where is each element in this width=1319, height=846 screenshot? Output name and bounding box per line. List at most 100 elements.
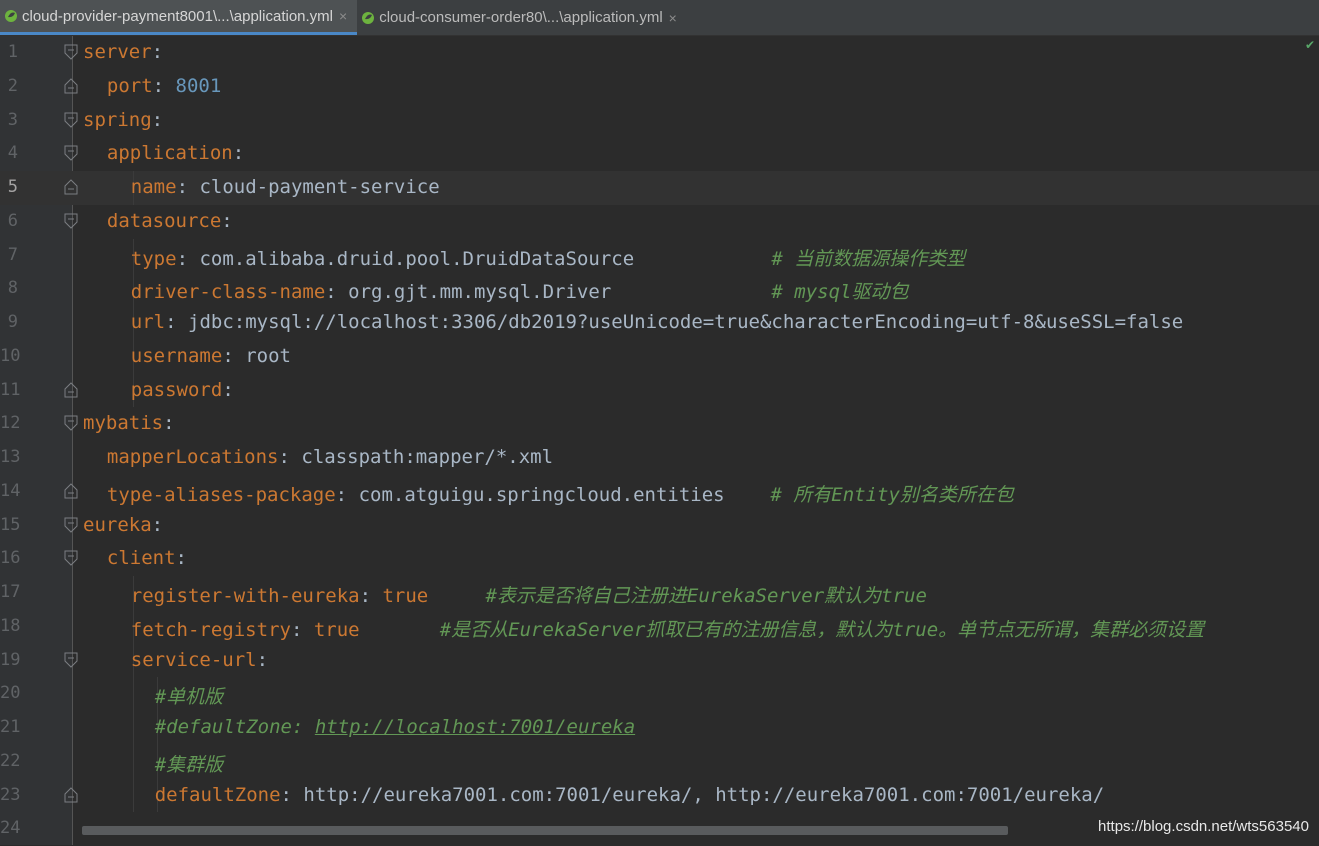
code-line[interactable]: 21 #defaultZone: http://localhost:7001/eu… xyxy=(0,711,1319,745)
punctuation: : xyxy=(325,281,349,304)
tab-label: cloud-consumer-order80\...\application.y… xyxy=(379,9,663,26)
code-line[interactable]: 13 mapperLocations: classpath:mapper/*.xm… xyxy=(0,441,1319,475)
yaml-key: port xyxy=(106,74,153,97)
horizontal-scrollbar[interactable] xyxy=(82,826,1008,835)
line-number: 10 xyxy=(0,345,21,366)
fold-end-icon[interactable] xyxy=(64,179,78,195)
line-number: 9 xyxy=(7,312,18,332)
code-editor[interactable]: 1 server: 2 port: 8001 3 spring: 4 application:… xyxy=(0,36,1319,845)
line-number: 6 xyxy=(7,210,18,231)
code-line[interactable]: 1 server: xyxy=(0,36,1319,70)
code-text: application: xyxy=(107,142,244,164)
line-number: 2 xyxy=(7,75,18,96)
fold-open-icon[interactable] xyxy=(64,550,78,566)
yaml-key: type-aliases-package xyxy=(106,483,336,506)
comment: #defaultZone: xyxy=(154,716,315,738)
code-line[interactable]: 20 #单机版 xyxy=(0,677,1319,711)
punctuation: : xyxy=(256,648,269,671)
yaml-key: mybatis xyxy=(83,412,164,435)
code-line[interactable]: 11 password: xyxy=(0,373,1319,408)
editor-tab[interactable]: cloud-provider-payment8001\...\applicati… xyxy=(0,0,358,35)
code-text: #单机版 xyxy=(155,682,223,709)
close-icon[interactable]: × xyxy=(669,10,677,26)
punctuation: : xyxy=(359,585,383,607)
code-line[interactable]: 7 type: com.alibaba.druid.pool.DruidDataS… xyxy=(0,238,1319,273)
code-line[interactable]: 5 name: cloud-payment-service xyxy=(0,171,1319,205)
yaml-key: mapperLocations xyxy=(106,446,279,468)
code-line[interactable]: 6 datasource: xyxy=(0,205,1319,239)
line-number: 17 xyxy=(0,582,21,602)
code-text: username: root xyxy=(131,345,291,367)
line-number: 14 xyxy=(0,480,21,501)
code-line[interactable]: 2 port: 8001 xyxy=(0,70,1319,104)
line-number: 21 xyxy=(0,717,21,737)
string-value: org.gjt.mm.mysql.Driver xyxy=(348,281,772,304)
code-text: type: com.alibaba.druid.pool.DruidDataSo… xyxy=(131,244,966,271)
code-line[interactable]: 15 eureka: xyxy=(0,509,1319,543)
fold-open-icon[interactable] xyxy=(64,517,78,533)
yaml-key: username xyxy=(130,344,223,367)
comment-link[interactable]: http://localhost:7001/eureka xyxy=(315,716,635,738)
fold-open-icon[interactable] xyxy=(64,213,78,229)
code-text: type-aliases-package: com.atguigu.spring… xyxy=(107,480,1014,507)
punctuation: : xyxy=(222,344,246,367)
punctuation: : xyxy=(335,483,359,506)
fold-end-icon[interactable] xyxy=(64,483,78,499)
code-line[interactable]: 17 register-with-eureka: true #表示是否将自己注册进… xyxy=(0,576,1319,610)
code-line[interactable]: 14 type-aliases-package: com.atguigu.spri… xyxy=(0,475,1319,509)
string-value: http://eureka7001.com:7001/eureka/, http… xyxy=(303,783,1105,806)
line-number: 23 xyxy=(0,784,21,805)
code-text: spring: xyxy=(83,109,163,131)
comment: #单机版 xyxy=(154,686,224,709)
fold-open-icon[interactable] xyxy=(64,145,78,161)
fold-open-icon[interactable] xyxy=(64,415,78,431)
fold-end-icon[interactable] xyxy=(64,78,78,94)
code-line[interactable]: 9 url: jdbc:mysql://localhost:3306/db2019… xyxy=(0,306,1319,340)
fold-open-icon[interactable] xyxy=(64,44,78,60)
code-line[interactable]: 10 username: root xyxy=(0,339,1319,374)
line-number: 12 xyxy=(0,413,21,434)
yaml-key: defaultZone xyxy=(154,783,281,806)
code-line[interactable]: 12 mybatis: xyxy=(0,407,1319,441)
string-value: jdbc:mysql://localhost:3306/db2019?useUn… xyxy=(188,311,1184,333)
code-text: client: xyxy=(107,547,187,569)
line-number: 4 xyxy=(7,143,18,164)
close-icon[interactable]: × xyxy=(339,8,347,24)
spring-config-icon xyxy=(361,9,379,27)
code-line[interactable]: 22 #集群版 xyxy=(0,744,1319,779)
punctuation: : xyxy=(163,412,175,435)
code-line[interactable]: 4 application: xyxy=(0,137,1319,171)
tab-label: cloud-provider-payment8001\...\applicati… xyxy=(22,7,333,25)
fold-open-icon[interactable] xyxy=(64,112,78,128)
editor-tab-bar: cloud-provider-payment8001\...\applicati… xyxy=(0,0,1319,36)
code-line[interactable]: 16 client: xyxy=(0,542,1319,576)
string-value: root xyxy=(245,344,291,367)
punctuation: : xyxy=(165,311,189,333)
line-number: 3 xyxy=(7,109,18,130)
fold-open-icon[interactable] xyxy=(64,652,78,668)
fold-end-icon[interactable] xyxy=(64,786,78,803)
code-text: service-url: xyxy=(131,649,268,671)
string-value xyxy=(428,585,485,607)
line-number: 13 xyxy=(0,447,21,467)
watermark-text: https://blog.csdn.net/wts563540 xyxy=(1098,818,1309,835)
yaml-key: register-with-eureka xyxy=(130,585,360,607)
code-line[interactable]: 23 defaultZone: http://eureka7001.com:700… xyxy=(0,778,1319,813)
yaml-key: eureka xyxy=(83,513,152,536)
code-line[interactable]: 8 driver-class-name: org.gjt.mm.mysql.Dri… xyxy=(0,272,1319,306)
code-text: datasource: xyxy=(107,210,233,232)
code-line[interactable]: 18 fetch-registry: true #是否从EurekaServer抓… xyxy=(0,609,1319,644)
fold-end-icon[interactable] xyxy=(64,381,78,398)
comment: # 所有Entity别名类所在包 xyxy=(770,483,1014,506)
string-value xyxy=(360,619,440,641)
yaml-key: client xyxy=(106,547,176,570)
editor-tab[interactable]: cloud-consumer-order80\...\application.y… xyxy=(357,0,687,35)
code-text: server: xyxy=(83,41,163,63)
punctuation: : xyxy=(221,209,233,232)
code-text: defaultZone: http://eureka7001.com:7001/… xyxy=(155,784,1104,806)
code-line[interactable]: 3 spring: xyxy=(0,104,1319,138)
yaml-key: driver-class-name xyxy=(130,281,326,304)
indent-guide xyxy=(132,677,134,711)
yaml-key: true xyxy=(313,618,360,641)
code-line[interactable]: 19 service-url: xyxy=(0,643,1319,678)
